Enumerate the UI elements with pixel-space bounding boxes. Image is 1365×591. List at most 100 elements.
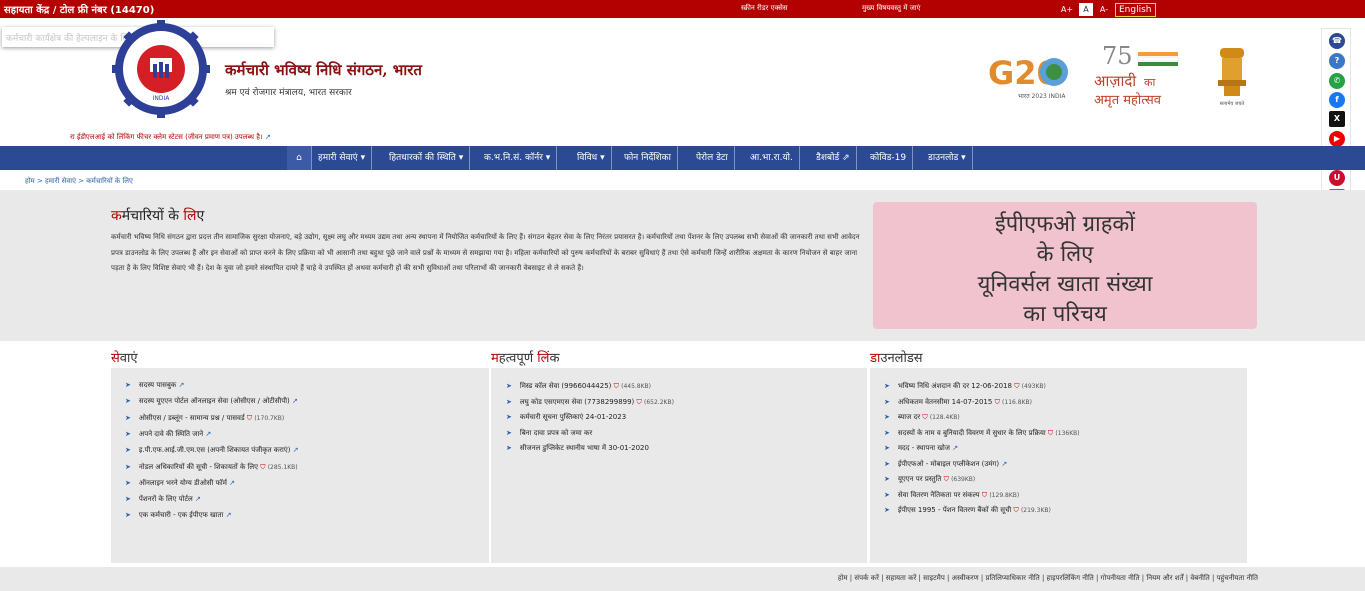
- file-size: (639KB): [951, 476, 976, 483]
- whatsapp-icon[interactable]: ✆: [1329, 73, 1345, 89]
- uan-banner[interactable]: ईपीएफओ ग्राहकों के लिए यूनिवर्सल खाता सं…: [873, 202, 1257, 329]
- list-item[interactable]: ➤ ब्याज दर ⛉ (128.4KB): [884, 413, 960, 422]
- bullet-arrow-icon: ➤: [125, 397, 131, 406]
- list-item[interactable]: ➤ एक कर्मचारी - एक ईपीएफ खाता ↗: [125, 511, 231, 520]
- list-item[interactable]: ➤ ओसीएस / डब्लूंग - सामान्य प्रश्न / पासव…: [125, 414, 284, 423]
- nav-epfo-corner[interactable]: क.भ.नि.सं. कॉर्नर ▾: [478, 146, 558, 170]
- list-item-label: एक कर्मचारी - एक ईपीएफ खाता: [138, 511, 226, 520]
- intro-description: कर्मचारी भविष्य निधि संगठन द्वारा प्रदत्…: [111, 233, 860, 272]
- facebook-icon[interactable]: f: [1329, 92, 1345, 108]
- font-increase-button[interactable]: A+: [1060, 3, 1074, 16]
- nav-dashboard[interactable]: डैशबोर्ड ⇗: [810, 146, 857, 170]
- external-link-icon: ↗: [205, 429, 212, 438]
- list-item[interactable]: ➤ सदस्य पासबुक ↗: [125, 381, 184, 390]
- list-item[interactable]: ➤ बिना दावा प्रपत्र को जमा कर: [506, 429, 592, 438]
- list-item[interactable]: ➤ लघु कोड एसएमएस सेवा (7738299899) ⛉ (652…: [506, 398, 674, 407]
- helpline-text: सहायता केंद्र / टोल फ्री नंबर (14470): [4, 5, 155, 16]
- youtube-icon[interactable]: ▶: [1329, 131, 1345, 147]
- list-item-label: ईपीएफओ - मोबाइल एप्लीकेशन (उमंग): [897, 459, 1002, 468]
- bullet-arrow-icon: ➤: [884, 428, 890, 437]
- bullet-arrow-icon: ➤: [125, 381, 131, 389]
- bullet-arrow-icon: ➤: [125, 462, 131, 471]
- file-size: (129.8KB): [989, 491, 1020, 499]
- g20-logo: G20 भारत 2023 INDIA: [988, 50, 1088, 102]
- faq-icon[interactable]: ?: [1329, 53, 1345, 69]
- pdf-icon: ⛉: [260, 462, 268, 471]
- list-item-label: सेवा वितरण नैतिकता पर संकल्प: [897, 490, 982, 499]
- banner-line-1: ईपीएफओ ग्राहकों: [994, 212, 1135, 237]
- bullet-arrow-icon: ➤: [884, 506, 890, 514]
- list-item[interactable]: ➤ पेंशनरों के लिए पोर्टल ↗: [125, 495, 201, 504]
- pdf-icon: ⛉: [943, 475, 952, 483]
- screen-reader-link[interactable]: स्क्रीन रीडर एक्सेस: [741, 4, 788, 13]
- list-item[interactable]: ➤ यूएएन पर प्रस्तुति ⛉ (639KB): [884, 475, 975, 484]
- list-item[interactable]: ➤ ईपीएस 1995 - पेंशन वितरण बैंकों की सूची…: [884, 506, 1051, 515]
- font-normal-button[interactable]: A: [1079, 3, 1093, 16]
- list-item[interactable]: ➤ सेवा वितरण नैतिकता पर संकल्प ⛉ (129.8KB…: [884, 491, 1019, 500]
- azadi-75-text: 75: [1102, 42, 1133, 70]
- nav-our-services[interactable]: हमारी सेवाएं ▾: [312, 146, 373, 170]
- azadi-ka-amrit-mahotsav-logo: 75 आज़ादी का अमृत महोत्सव: [1092, 40, 1192, 108]
- list-item-label: यूएएन पर प्रस्तुति: [897, 475, 944, 483]
- nav-phone-directory[interactable]: फोन निर्देशिका: [618, 146, 678, 170]
- pdf-icon: ⛉: [1014, 382, 1022, 390]
- bullet-arrow-icon: ➤: [884, 475, 890, 483]
- bullet-arrow-icon: ➤: [884, 382, 890, 390]
- list-item[interactable]: ➤ अपने दावे की स्थिति जाने ↗: [125, 430, 211, 439]
- external-link-icon: ↗: [229, 478, 236, 487]
- language-toggle-button[interactable]: English: [1115, 3, 1156, 17]
- skip-to-main-link[interactable]: मुख्य विषयवस्तु में जाएं: [862, 4, 921, 13]
- top-bar: सहायता केंद्र / टोल फ्री नंबर (14470) स्…: [0, 0, 1365, 18]
- phone-icon[interactable]: ☎: [1329, 33, 1345, 49]
- nav-payroll-data[interactable]: पेरोल डेटा: [690, 146, 735, 170]
- bullet-arrow-icon: ➤: [125, 446, 131, 455]
- nav-stakeholders[interactable]: हितधारकों की स्थिति ▾: [383, 146, 471, 170]
- file-size: (285.1KB): [267, 463, 298, 471]
- list-item-label: मिस्ड कॉल सेवा (9966044425): [519, 382, 614, 390]
- important-links-title: महत्वपूर्ण लिंक: [491, 351, 560, 366]
- nav-downloads[interactable]: डाउनलोड ▾: [922, 146, 973, 170]
- epfo-logo[interactable]: INDIA: [112, 20, 210, 118]
- external-link-icon: ↗: [194, 495, 201, 504]
- list-item[interactable]: ➤ सदस्य यूएएन पोर्टल ऑनलाइन सेवा (ओसीएस /…: [125, 397, 298, 406]
- bullet-arrow-icon: ➤: [506, 413, 512, 421]
- bullet-arrow-icon: ➤: [884, 397, 890, 406]
- list-item-label: ईपीएस 1995 - पेंशन वितरण बैंकों की सूची: [897, 506, 1014, 514]
- pdf-icon: ⛉: [922, 413, 930, 421]
- list-item[interactable]: ➤ सीजनल डुप्लिकेट स्थानीय भाषा में 30-01-…: [506, 444, 649, 453]
- x-icon[interactable]: X: [1329, 111, 1345, 127]
- list-item[interactable]: ➤ कर्मचारी सूचना पुस्तिकाएं 24-01-2023: [506, 413, 626, 422]
- list-item[interactable]: ➤ मिस्ड कॉल सेवा (9966044425) ⛉ (445.8KB): [506, 382, 651, 391]
- list-item-label: सदस्य पासबुक: [138, 381, 179, 389]
- list-item-label: बिना दावा प्रपत्र को जमा कर: [519, 428, 593, 437]
- nav-miscellaneous[interactable]: विविध ▾: [571, 146, 612, 170]
- bullet-arrow-icon: ➤: [884, 490, 890, 499]
- pdf-icon: ⛉: [1013, 506, 1021, 514]
- list-item-label: मदद - स्थापना खोज: [897, 444, 953, 452]
- bullet-arrow-icon: ➤: [884, 459, 890, 468]
- nav-home-icon[interactable]: ⌂: [287, 146, 312, 170]
- list-item[interactable]: ➤ ऑनलाइन भरने योग्य डीओसी फॉर्म ↗: [125, 479, 235, 488]
- list-item[interactable]: ➤ अधिकतम वेतनसीमा 14-07-2015 ⛉ (116.8KB): [884, 398, 1032, 407]
- list-item[interactable]: ➤ मदद - स्थापना खोज ↗: [884, 444, 958, 453]
- bullet-arrow-icon: ➤: [884, 413, 890, 421]
- bullet-arrow-icon: ➤: [506, 397, 512, 406]
- list-item-label: अधिकतम वेतनसीमा 14-07-2015: [897, 397, 995, 406]
- file-size: (136KB): [1055, 429, 1080, 437]
- list-item[interactable]: ➤ सदस्यों के नाम व बुनियादी विवरण में सुध…: [884, 429, 1080, 438]
- notice-text[interactable]: रा ईडीएलआई को लिंकिंग फीचर क्लेम स्टेटस …: [70, 133, 271, 142]
- list-item[interactable]: ➤ इ.पी.एफ.आई.जी.एम.एस (अपनी शिकायत पंजीकृ…: [125, 446, 299, 455]
- umang-icon[interactable]: U: [1329, 170, 1345, 186]
- font-decrease-button[interactable]: A-: [1097, 3, 1111, 16]
- bullet-arrow-icon: ➤: [506, 428, 512, 437]
- nav-abry[interactable]: आ.भा.रा.यो.: [744, 146, 800, 170]
- list-item[interactable]: ➤ ईपीएफओ - मोबाइल एप्लीकेशन (उमंग) ↗: [884, 460, 1007, 469]
- nav-covid-19[interactable]: कोविड-19: [864, 146, 914, 170]
- file-size: (219.3KB): [1020, 507, 1051, 514]
- external-link-icon: ↗: [264, 133, 271, 141]
- list-item[interactable]: ➤ भविष्य निधि अंशदान की दर 12-06-2018 ⛉ (…: [884, 382, 1046, 391]
- list-item[interactable]: ➤ नोडल अधिकारियों की सूची - शिकायतों के ल…: [125, 463, 298, 472]
- breadcrumb[interactable]: होम > हमारी सेवाएं > कर्मचारियों के लिए: [25, 177, 133, 186]
- list-item-label: अपने दावे की स्थिति जाने: [138, 429, 206, 438]
- footer-links[interactable]: होम | संपर्क करें | सहायता करें | साइटमै…: [838, 574, 1258, 583]
